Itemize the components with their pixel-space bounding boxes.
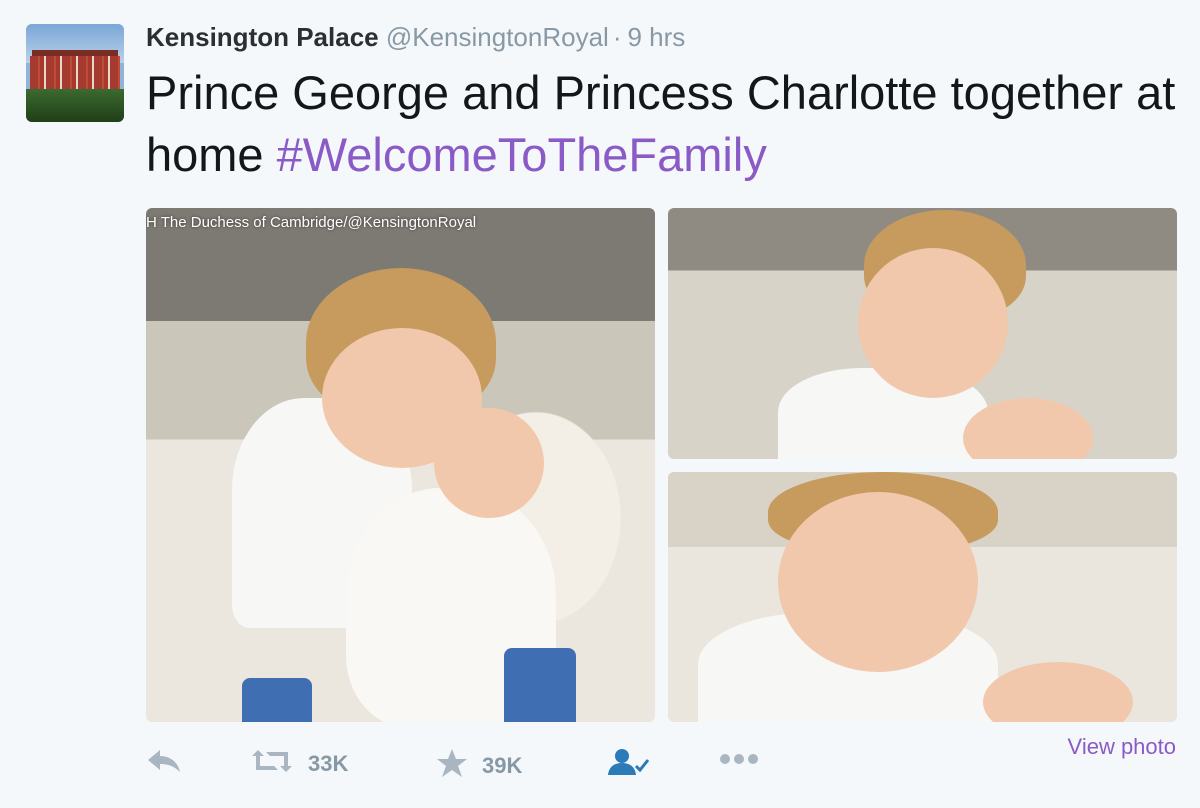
favorite-count: 39K — [482, 752, 523, 778]
separator-dot: · — [612, 22, 622, 52]
photo-main[interactable]: H The Duchess of Cambridge/@KensingtonRo… — [146, 208, 655, 722]
photo-bottom-right[interactable] — [668, 472, 1177, 722]
tweet-timestamp[interactable]: 9 hrs — [628, 22, 686, 52]
retweet-button[interactable]: 33K — [250, 748, 348, 779]
hashtag-link[interactable]: #WelcomeToTheFamily — [277, 128, 767, 181]
author-name[interactable]: Kensington Palace — [146, 22, 379, 52]
more-dots-icon — [718, 752, 760, 771]
author-handle[interactable]: @KensingtonRoyal — [386, 22, 609, 52]
reply-icon — [146, 748, 182, 779]
photo-credit: H The Duchess of Cambridge/@KensingtonRo… — [146, 214, 477, 231]
photo-top-right[interactable] — [668, 208, 1177, 459]
tweet-text: Prince George and Princess Charlotte tog… — [146, 62, 1176, 186]
tweet: Kensington Palace @KensingtonRoyal · 9 hrs… — [0, 0, 1200, 808]
tweet-actions: 33K 39K View photo — [146, 734, 1176, 784]
view-photo-link[interactable]: View photo — [1068, 734, 1176, 760]
retweet-icon — [250, 748, 294, 779]
reply-button[interactable] — [146, 748, 182, 779]
favorite-button[interactable]: 39K — [436, 748, 522, 783]
retweet-count: 33K — [308, 750, 349, 776]
avatar[interactable] — [26, 24, 124, 122]
tweet-header: Kensington Palace @KensingtonRoyal · 9 hrs — [146, 22, 685, 53]
more-button[interactable] — [718, 752, 760, 771]
follow-user-icon — [608, 748, 650, 781]
star-icon — [436, 748, 468, 783]
follow-button[interactable] — [608, 748, 650, 781]
